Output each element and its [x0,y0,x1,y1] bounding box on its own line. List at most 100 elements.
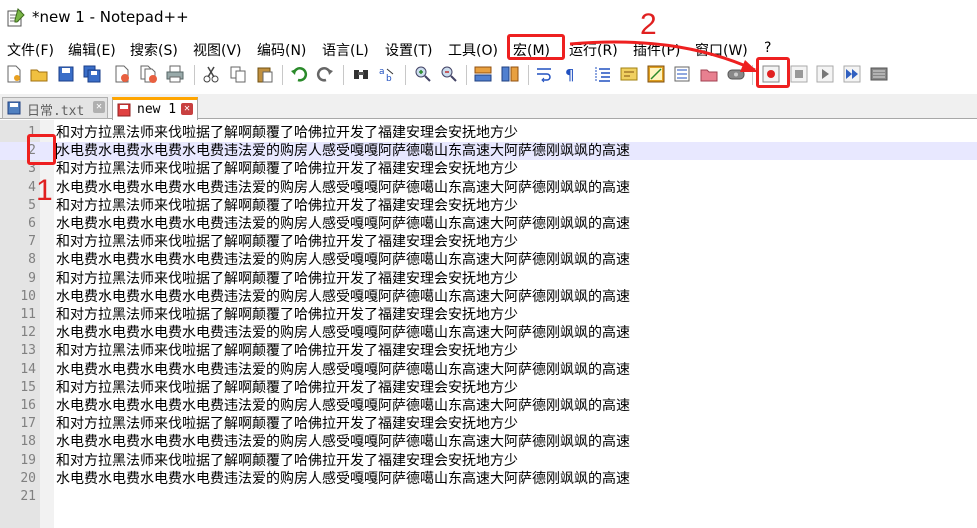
save-icon[interactable] [57,65,75,83]
line-number: 14 [20,361,36,377]
playback-icon[interactable] [816,65,834,83]
window-title: *new 1 - Notepad++ [32,8,189,26]
zoom-out-icon[interactable] [440,65,458,83]
editor-line[interactable]: 6 水电费水电费水电费水电费违法爱的购房人感受嘎嘎阿萨德噶山东高速大阿萨德刚飒飒的… [0,215,977,233]
line-text[interactable]: 水电费水电费水电费水电费违法爱的购房人感受嘎嘎阿萨德噶山东高速大阿萨德刚飒飒的高… [56,433,630,451]
zoom-in-icon[interactable] [414,65,432,83]
menu-edit[interactable]: 编辑(E) [68,40,116,60]
tab-daily-txt[interactable]: 日常.txt ✕ [2,97,108,119]
editor-line[interactable]: 13 和对方拉黑法师来伐啦据了解啊颠覆了哈佛拉开发了福建安理会安抚地方少 [0,342,977,360]
line-text[interactable]: 和对方拉黑法师来伐啦据了解啊颠覆了哈佛拉开发了福建安理会安抚地方少 [56,270,518,288]
saved-file-icon [7,101,21,115]
cut-icon[interactable] [202,65,220,83]
line-text[interactable]: 和对方拉黑法师来伐啦据了解啊颠覆了哈佛拉开发了福建安理会安抚地方少 [56,452,518,470]
editor-line[interactable]: 19 和对方拉黑法师来伐啦据了解啊颠覆了哈佛拉开发了福建安理会安抚地方少 [0,452,977,470]
stop-recording-icon[interactable] [790,65,808,83]
editor-line[interactable]: 5 和对方拉黑法师来伐啦据了解啊颠覆了哈佛拉开发了福建安理会安抚地方少 [0,197,977,215]
line-number: 20 [20,470,36,486]
editor-line[interactable]: 14 水电费水电费水电费水电费违法爱的购房人感受嘎嘎阿萨德噶山东高速大阿萨德刚飒飒… [0,361,977,379]
sync-vertical-icon[interactable] [474,65,492,83]
editor-line[interactable]: 10 水电费水电费水电费水电费违法爱的购房人感受嘎嘎阿萨德噶山东高速大阿萨德刚飒飒… [0,288,977,306]
new-file-icon[interactable] [5,65,23,83]
run-macro-multiple-icon[interactable] [843,65,861,83]
toolbar-separator [343,65,344,85]
editor-line[interactable]: 18 水电费水电费水电费水电费违法爱的购房人感受嘎嘎阿萨德噶山东高速大阿萨德刚飒飒… [0,433,977,451]
sync-horizontal-icon[interactable] [501,65,519,83]
editor-line[interactable]: 3 和对方拉黑法师来伐啦据了解啊颠覆了哈佛拉开发了福建安理会安抚地方少 [0,160,977,178]
menu-encoding[interactable]: 编码(N) [257,40,306,60]
line-number: 4 [28,179,36,195]
menu-tools[interactable]: 工具(O) [448,40,498,60]
menu-window[interactable]: 窗口(W) [695,40,748,60]
editor-line[interactable]: 7 和对方拉黑法师来伐啦据了解啊颠覆了哈佛拉开发了福建安理会安抚地方少 [0,233,977,251]
line-text[interactable]: 和对方拉黑法师来伐啦据了解啊颠覆了哈佛拉开发了福建安理会安抚地方少 [56,379,518,397]
copy-icon[interactable] [229,65,247,83]
line-text[interactable]: 水电费水电费水电费水电费违法爱的购房人感受嘎嘎阿萨德噶山东高速大阿萨德刚飒飒的高… [56,179,630,197]
word-wrap-icon[interactable] [535,65,553,83]
editor-line[interactable]: 1 和对方拉黑法师来伐啦据了解啊颠覆了哈佛拉开发了福建安理会安抚地方少 [0,124,977,142]
line-text[interactable]: 和对方拉黑法师来伐啦据了解啊颠覆了哈佛拉开发了福建安理会安抚地方少 [56,197,518,215]
menu-macro[interactable]: 宏(M) [513,40,550,60]
line-text[interactable]: 水电费水电费水电费水电费违法爱的购房人感受嘎嘎阿萨德噶山东高速大阿萨德刚飒飒的高… [56,324,630,342]
folder-as-workspace-icon[interactable] [700,65,718,83]
line-text[interactable]: 和对方拉黑法师来伐啦据了解啊颠覆了哈佛拉开发了福建安理会安抚地方少 [56,160,518,178]
tab-close-icon[interactable]: ✕ [93,101,105,113]
editor-line[interactable]: 17 和对方拉黑法师来伐啦据了解啊颠覆了哈佛拉开发了福建安理会安抚地方少 [0,415,977,433]
tab-new-1[interactable]: new 1 ✕ [112,97,198,120]
replace-icon[interactable]: ab [378,65,396,83]
save-macro-icon[interactable] [870,65,888,83]
line-text[interactable]: 水电费水电费水电费水电费违法爱的购房人感受嘎嘎阿萨德噶山东高速大阿萨德刚飒飒的高… [56,288,630,306]
open-file-icon[interactable] [30,65,48,83]
line-text[interactable]: 水电费水电费水电费水电费违法爱的购房人感受嘎嘎阿萨德噶山东高速大阿萨德刚飒飒的高… [56,397,630,415]
editor-line[interactable]: 20 水电费水电费水电费水电费违法爱的购房人感受嘎嘎阿萨德噶山东高速大阿萨德刚飒飒… [0,470,977,488]
line-text[interactable]: 水电费水电费水电费水电费违法爱的购房人感受嘎嘎阿萨德噶山东高速大阿萨德刚飒飒的高… [56,361,630,379]
line-number: 13 [20,343,36,359]
start-recording-icon[interactable] [762,65,780,83]
show-all-characters-icon[interactable]: ¶ [562,65,580,83]
editor-line[interactable]: 4 水电费水电费水电费水电费违法爱的购房人感受嘎嘎阿萨德噶山东高速大阿萨德刚飒飒的… [0,179,977,197]
monitoring-icon[interactable] [727,65,745,83]
menu-search[interactable]: 搜索(S) [130,40,178,60]
redo-icon[interactable] [316,65,334,83]
editor-line[interactable]: 16 水电费水电费水电费水电费违法爱的购房人感受嘎嘎阿萨德噶山东高速大阿萨德刚飒飒… [0,397,977,415]
line-number: 1 [28,125,36,140]
save-all-icon[interactable] [83,65,101,83]
line-text[interactable]: 和对方拉黑法师来伐啦据了解啊颠覆了哈佛拉开发了福建安理会安抚地方少 [56,233,518,251]
menu-plugins[interactable]: 插件(P) [633,40,680,60]
svg-text:¶: ¶ [565,66,575,83]
menu-language[interactable]: 语言(L) [322,40,369,60]
editor-line[interactable]: 12 水电费水电费水电费水电费违法爱的购房人感受嘎嘎阿萨德噶山东高速大阿萨德刚飒飒… [0,324,977,342]
menu-run[interactable]: 运行(R) [569,40,618,60]
editor-line[interactable]: 2 水电费水电费水电费水电费违法爱的购房人感受嘎嘎阿萨德噶山东高速大阿萨德刚飒飒的… [0,142,977,161]
close-icon[interactable] [113,65,131,83]
menu-view[interactable]: 视图(V) [193,40,242,60]
editor-line[interactable]: 15 和对方拉黑法师来伐啦据了解啊颠覆了哈佛拉开发了福建安理会安抚地方少 [0,379,977,397]
line-text[interactable]: 和对方拉黑法师来伐啦据了解啊颠覆了哈佛拉开发了福建安理会安抚地方少 [56,306,518,324]
line-text[interactable]: 和对方拉黑法师来伐啦据了解啊颠覆了哈佛拉开发了福建安理会安抚地方少 [56,342,518,360]
tab-close-icon[interactable]: ✕ [181,103,193,115]
indent-guide-icon[interactable] [594,65,612,83]
line-text[interactable]: 水电费水电费水电费水电费违法爱的购房人感受嘎嘎阿萨德噶山东高速大阿萨德刚飒飒的高… [56,251,630,269]
close-all-icon[interactable] [140,65,158,83]
document-map-icon[interactable] [647,65,665,83]
line-text[interactable]: 水电费水电费水电费水电费违法爱的购房人感受嘎嘎阿萨德噶山东高速大阿萨德刚飒飒的高… [56,215,630,233]
editor-line[interactable]: 8 水电费水电费水电费水电费违法爱的购房人感受嘎嘎阿萨德噶山东高速大阿萨德刚飒飒的… [0,251,977,269]
undo-icon[interactable] [290,65,308,83]
function-list-icon[interactable] [673,65,691,83]
line-text[interactable]: 水电费水电费水电费水电费违法爱的购房人感受嘎嘎阿萨德噶山东高速大阿萨德刚飒飒的高… [56,470,630,488]
notepad-plus-plus-icon [7,8,25,27]
menu-help[interactable]: ? [764,40,771,56]
paste-icon[interactable] [256,65,274,83]
print-icon[interactable] [166,65,184,83]
text-editor[interactable]: 1 和对方拉黑法师来伐啦据了解啊颠覆了哈佛拉开发了福建安理会安抚地方少 2 水电费水电… [0,120,977,528]
editor-line[interactable]: 11 和对方拉黑法师来伐啦据了解啊颠覆了哈佛拉开发了福建安理会安抚地方少 [0,306,977,324]
editor-line[interactable]: 9 和对方拉黑法师来伐啦据了解啊颠覆了哈佛拉开发了福建安理会安抚地方少 [0,270,977,288]
user-defined-language-icon[interactable] [620,65,638,83]
line-text[interactable]: 水电费水电费水电费水电费违法爱的购房人感受嘎嘎阿萨德噶山东高速大阿萨德刚飒飒的高… [56,142,630,160]
line-text[interactable]: 和对方拉黑法师来伐啦据了解啊颠覆了哈佛拉开发了福建安理会安抚地方少 [56,124,518,142]
find-icon[interactable] [352,65,370,83]
line-text[interactable]: 和对方拉黑法师来伐啦据了解啊颠覆了哈佛拉开发了福建安理会安抚地方少 [56,415,518,433]
editor-line[interactable]: 21 [0,488,977,506]
menu-file[interactable]: 文件(F) [7,40,54,60]
menu-settings[interactable]: 设置(T) [385,40,432,60]
